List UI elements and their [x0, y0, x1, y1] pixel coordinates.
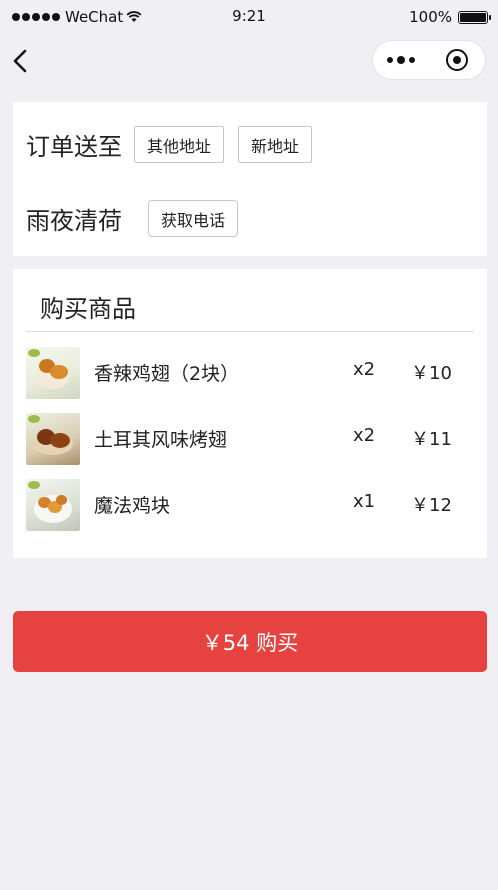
- address-card: 订单送至 其他地址 新地址 雨夜清荷 获取电话: [13, 102, 487, 256]
- new-address-button[interactable]: 新地址: [238, 126, 313, 163]
- goods-qty: x2: [353, 425, 376, 446]
- goods-price: ￥11: [411, 429, 452, 450]
- goods-qty: x1: [353, 491, 376, 512]
- more-dots-icon: [387, 57, 393, 63]
- get-phone-button[interactable]: 获取电话: [148, 200, 239, 237]
- product-image: [26, 479, 80, 531]
- goods-qty: x2: [353, 359, 376, 380]
- target-close-icon: [446, 49, 468, 71]
- chevron-left-icon: [13, 49, 27, 73]
- goods-item[interactable]: 土耳其风味烤翅 x2 ￥11: [26, 413, 474, 465]
- buy-button[interactable]: ￥54 购买: [13, 611, 487, 672]
- product-image: [26, 413, 80, 465]
- goods-price: ￥10: [411, 363, 452, 384]
- other-address-button[interactable]: 其他地址: [134, 126, 225, 163]
- nav-bar: [0, 34, 498, 88]
- product-image: [26, 347, 80, 399]
- goods-card: 购买商品 香辣鸡翅（2块） x2 ￥10 土耳其风味烤翅 x2 ￥11 魔法鸡块…: [13, 269, 487, 558]
- goods-item[interactable]: 魔法鸡块 x1 ￥12: [26, 479, 474, 531]
- deliver-to-label: 订单送至: [26, 133, 122, 161]
- battery-percent: 100%: [409, 8, 452, 26]
- goods-item[interactable]: 香辣鸡翅（2块） x2 ￥10: [26, 347, 474, 399]
- status-bar: WeChat 9:21 100%: [0, 0, 498, 34]
- more-button[interactable]: [373, 41, 429, 79]
- back-button[interactable]: [10, 46, 34, 76]
- goods-price: ￥12: [411, 495, 452, 516]
- goods-name: 香辣鸡翅（2块）: [94, 363, 240, 385]
- battery-icon: [458, 10, 491, 24]
- recipient-name: 雨夜清荷: [26, 207, 122, 235]
- status-right: 100%: [409, 8, 491, 26]
- deliver-row: 订单送至 其他地址 新地址: [26, 126, 313, 163]
- divider: [26, 331, 474, 332]
- goods-name: 魔法鸡块: [94, 495, 171, 517]
- goods-title: 购买商品: [40, 295, 136, 323]
- capsule-menu: [372, 40, 486, 80]
- goods-name: 土耳其风味烤翅: [94, 429, 228, 451]
- close-button[interactable]: [429, 41, 485, 79]
- recipient-row: 雨夜清荷 获取电话: [26, 200, 239, 237]
